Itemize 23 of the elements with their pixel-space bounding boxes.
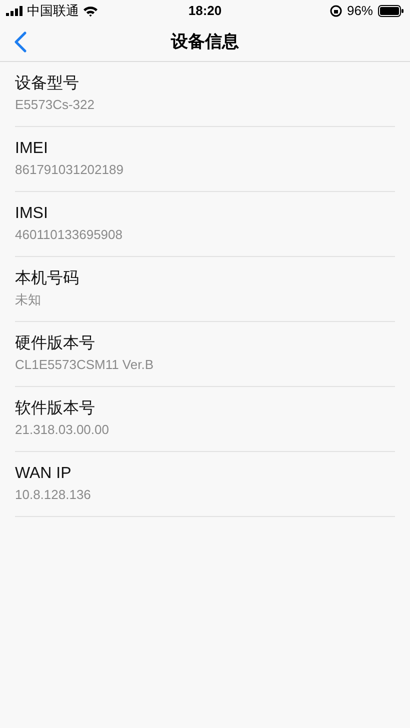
info-value: 460110133695908 [15,226,124,244]
info-value: 未知 [15,291,42,309]
page-title: 设备信息 [171,30,239,53]
info-label: IMEI [15,139,49,159]
info-value: E5573Cs-322 [15,96,96,114]
info-label: 软件版本号 [15,399,96,419]
info-label: WAN IP [15,464,72,484]
carrier-name: 中国联通 [27,2,79,20]
info-value: 861791031202189 [15,161,124,179]
info-label: 本机号码 [15,269,80,289]
status-time: 18:20 [188,2,222,20]
wifi-icon [83,6,98,16]
info-label: 硬件版本号 [15,334,96,354]
rotation-lock-icon [330,5,342,17]
info-value: CL1E5573CSM11 Ver.B [15,356,155,374]
signal-icon [6,6,23,16]
info-value: 10.8.128.136 [15,486,92,504]
back-chevron-icon [13,31,27,53]
info-value: 21.318.03.00.00 [15,421,110,439]
battery-icon [378,5,404,17]
battery-percent: 96% [346,2,373,20]
info-label: IMSI [15,204,49,224]
info-label: 设备型号 [15,74,80,94]
